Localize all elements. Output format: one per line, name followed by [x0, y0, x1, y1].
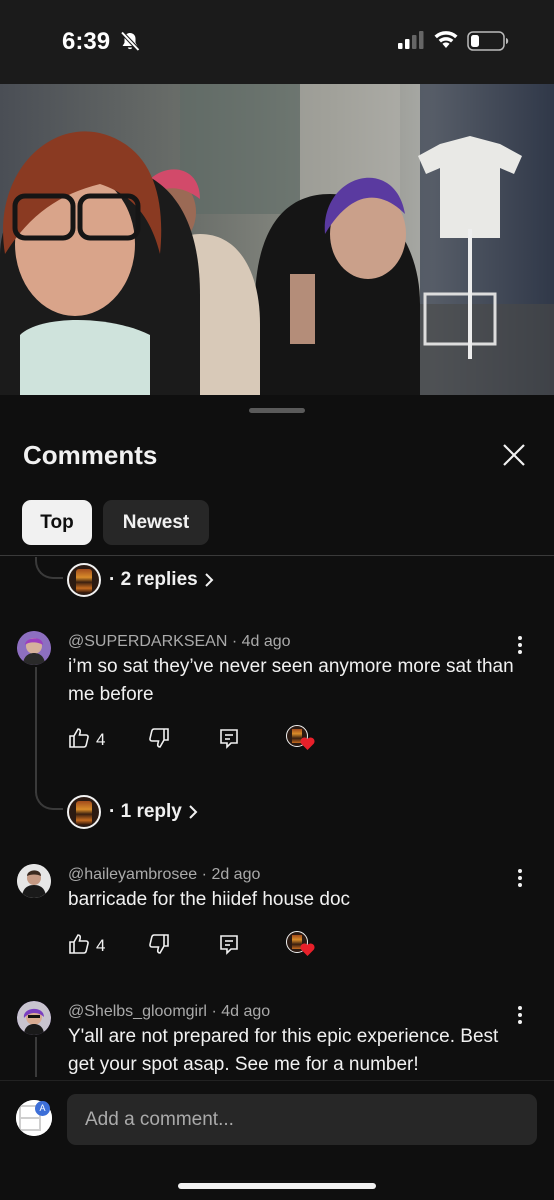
wifi-icon — [434, 31, 458, 48]
comment-time: 4d ago — [221, 1003, 271, 1020]
separator: · — [231, 633, 242, 650]
separator: · — [211, 1003, 222, 1020]
add-comment-input[interactable] — [67, 1094, 537, 1145]
battery-icon — [467, 31, 509, 51]
status-time: 6:39 — [62, 28, 111, 55]
comment-time: 2d ago — [211, 866, 261, 883]
chip-newest[interactable]: Newest — [103, 500, 209, 545]
dislike-icon[interactable] — [148, 727, 170, 749]
comment-actions: 4 — [68, 931, 328, 963]
like-count: 4 — [96, 730, 106, 749]
replies-count: · 2 replies — [109, 569, 198, 590]
like-icon[interactable] — [68, 727, 90, 749]
author-handle: @SUPERDARKSEAN — [68, 633, 228, 650]
dislike-icon[interactable] — [148, 933, 170, 955]
reply-avatar — [67, 563, 101, 597]
reply-avatar — [67, 795, 101, 829]
comment-composer: A — [0, 1080, 554, 1200]
drag-handle[interactable] — [249, 408, 305, 413]
view-replies-link[interactable]: · 1 reply — [67, 794, 198, 830]
chevron-right-icon — [205, 573, 214, 587]
author-handle: @haileyambrosee — [68, 866, 198, 883]
comment-time: 4d ago — [241, 633, 291, 650]
status-bar: 6:39 — [0, 0, 554, 84]
thread-line — [35, 1037, 37, 1077]
avatar[interactable] — [17, 631, 51, 665]
cellular-signal-icon — [398, 31, 424, 49]
comment-author[interactable]: @SUPERDARKSEAN · 4d ago — [68, 633, 291, 651]
comment-author[interactable]: @haileyambrosee · 2d ago — [68, 866, 260, 884]
like-icon[interactable] — [68, 933, 90, 955]
home-indicator[interactable] — [178, 1183, 376, 1189]
bell-slash-icon — [120, 31, 140, 52]
author-handle: @Shelbs_gloomgirl — [68, 1003, 207, 1020]
separator: · — [201, 866, 212, 883]
thread-connector — [35, 790, 63, 810]
avatar[interactable] — [17, 1001, 51, 1035]
account-letter-badge: A — [35, 1101, 50, 1116]
thread-line — [35, 667, 37, 793]
thread-connector — [35, 557, 63, 579]
comment-actions: 4 — [68, 725, 328, 757]
video-frame-image — [0, 84, 554, 395]
video-player[interactable] — [0, 84, 554, 395]
chip-top[interactable]: Top — [22, 500, 92, 545]
heart-icon — [300, 943, 315, 956]
reply-icon[interactable] — [218, 933, 240, 955]
avatar[interactable] — [17, 864, 51, 898]
like-count: 4 — [96, 936, 106, 955]
view-replies-link[interactable]: · 2 replies — [67, 562, 214, 598]
reply-icon[interactable] — [218, 727, 240, 749]
heart-icon — [300, 737, 315, 750]
divider — [0, 555, 554, 556]
comments-title: Comments — [23, 440, 158, 470]
creator-heart-badge — [286, 725, 316, 755]
close-icon[interactable] — [500, 441, 528, 469]
creator-heart-badge — [286, 931, 316, 961]
chevron-right-icon — [189, 805, 198, 819]
comment-author[interactable]: @Shelbs_gloomgirl · 4d ago — [68, 1003, 270, 1021]
comment-text: i’m so sat they’ve never seen anymore mo… — [68, 656, 514, 705]
comment-text: barricade for the hiidef house doc — [68, 889, 351, 910]
comment-text: Y'all are not prepared for this epic exp… — [68, 1026, 499, 1075]
replies-count: · 1 reply — [109, 801, 182, 822]
